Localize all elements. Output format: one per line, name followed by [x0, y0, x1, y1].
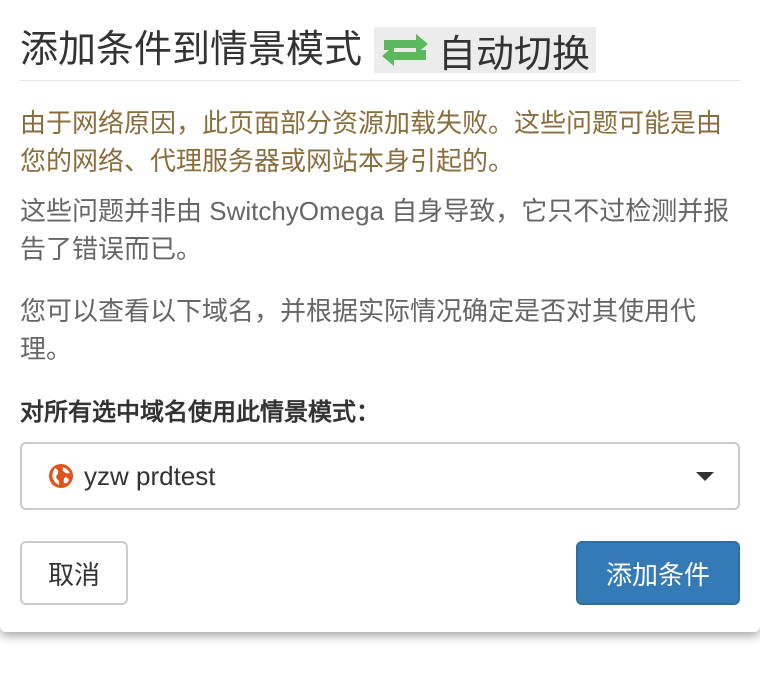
profile-name: 自动切换: [438, 33, 591, 76]
profile-chip: 自动切换: [374, 27, 597, 76]
dialog-panel: 添加条件到情景模式 自动切换 由于网络原因，此页面部分资源加载失败。这些问题可能…: [0, 0, 760, 632]
dialog-header: 添加条件到情景模式 自动切换: [20, 20, 740, 81]
selected-profile: yzw prdtest: [84, 460, 216, 491]
info-text-1: 这些问题并非由 SwitchyOmega 自身导致，它只不过检测并报告了错误而已…: [20, 196, 730, 264]
globe-icon: [49, 464, 73, 488]
repeat-icon: [382, 34, 429, 66]
add-condition-button[interactable]: 添加条件: [576, 541, 740, 605]
profile-select[interactable]: yzw prdtest: [20, 442, 740, 510]
warning-text: 由于网络原因，此页面部分资源加载失败。这些问题可能是由您的网络、代理服务器或网站…: [20, 108, 723, 176]
cancel-button[interactable]: 取消: [20, 541, 128, 605]
caret-down-icon: [696, 472, 714, 481]
select-label: 对所有选中域名使用此情景模式：: [20, 399, 380, 426]
info-text-2: 您可以查看以下域名，并根据实际情况确定是否对其使用代理。: [20, 296, 697, 364]
dialog-title: 添加条件到情景模式: [20, 29, 363, 71]
